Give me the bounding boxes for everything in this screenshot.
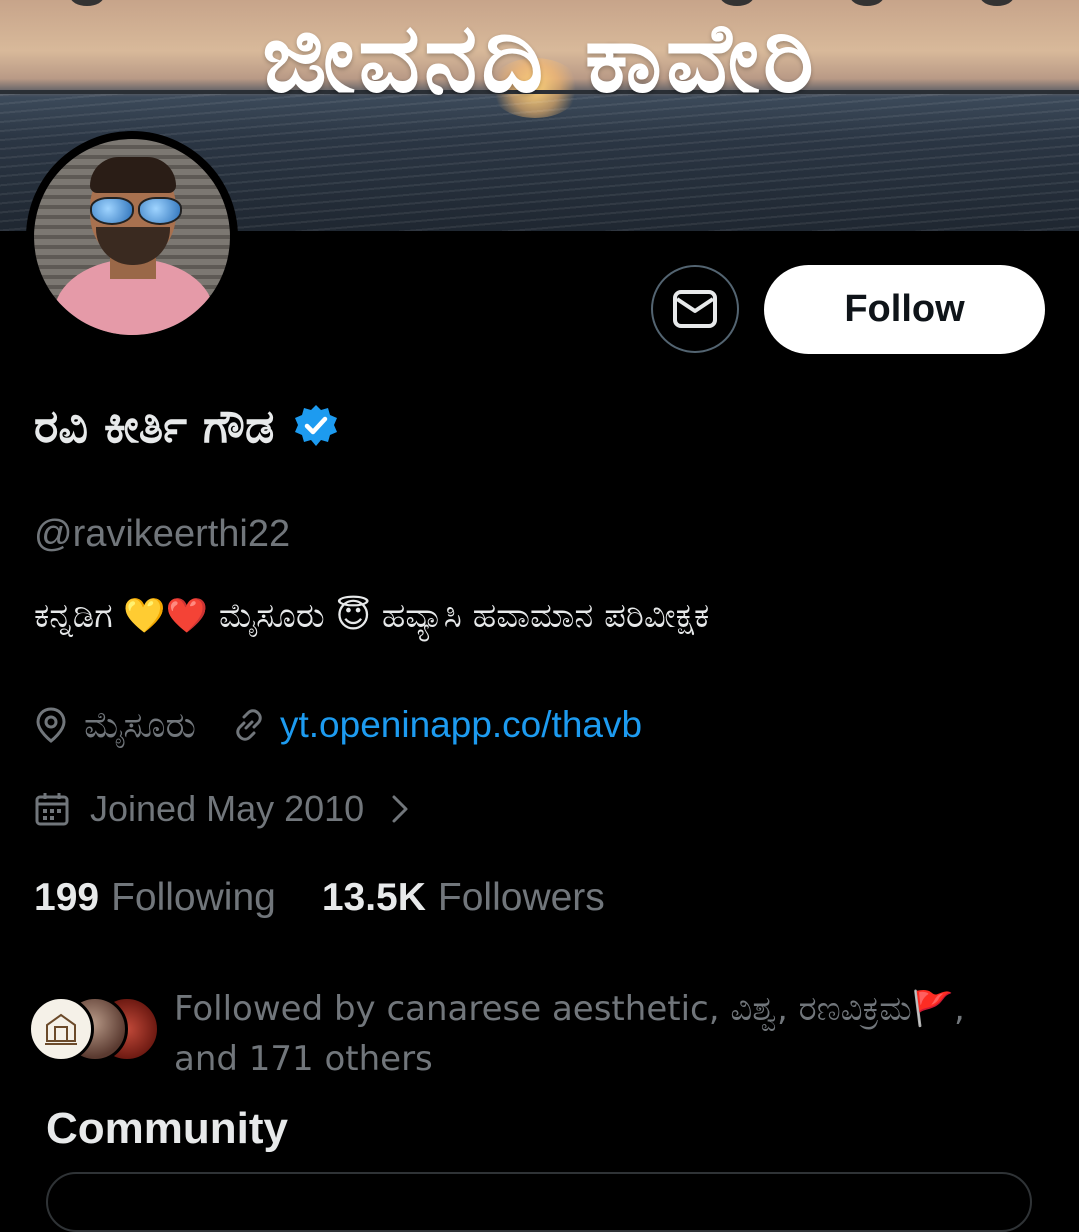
profile-handle: @ravikeerthi22 bbox=[34, 513, 291, 555]
banner-title: ಜೀವನದಿ ಕಾವೇರಿ bbox=[262, 2, 818, 114]
profile-name-row: ರವಿ ಕೀರ್ತಿ ಗೌಡ bbox=[34, 392, 340, 462]
profile-meta-row: ಮೈಸೂರು yt.openinapp.co/thavb bbox=[34, 700, 642, 750]
profile-stats: 199 Following 13.5K Followers bbox=[34, 872, 605, 924]
profile-joined-date: Joined May 2010 bbox=[90, 788, 365, 829]
banner-shape bbox=[850, 0, 884, 6]
chevron-right-icon bbox=[390, 793, 410, 825]
profile-name: ರವಿ ಕೀರ್ತಿ ಗೌಡ bbox=[34, 399, 275, 453]
profile-joined-row[interactable]: Joined May 2010 bbox=[34, 784, 410, 834]
avatar-sunglasses bbox=[86, 197, 182, 225]
avatar-lens-right bbox=[138, 197, 182, 225]
profile-bio: ಕನ್ನಡಿಗ 💛❤️ ಮೈಸೂರು 😇 ಹವ್ಯಾಸಿ ಹವಾಮಾನ ಪರಿವ… bbox=[34, 596, 710, 636]
following-stat[interactable]: 199 Following bbox=[34, 876, 276, 920]
followed-by-line1: Followed by canarese aesthetic, ವಿಶ್ವ, ರ… bbox=[174, 989, 965, 1029]
envelope-icon bbox=[672, 289, 718, 329]
follow-button[interactable]: Follow bbox=[764, 265, 1045, 354]
followers-count: 13.5K bbox=[321, 876, 426, 919]
followers-label: Followers bbox=[437, 876, 605, 919]
followed-by-line2: and 171 others bbox=[174, 1039, 433, 1079]
profile-link[interactable]: yt.openinapp.co/thavb bbox=[280, 704, 642, 746]
avatar-hair bbox=[90, 157, 176, 193]
avatar[interactable] bbox=[26, 131, 238, 343]
location-pin-icon bbox=[34, 706, 68, 744]
avatar-beard bbox=[96, 227, 170, 265]
follower-avatar-canarese bbox=[28, 996, 94, 1062]
message-button[interactable] bbox=[651, 265, 739, 353]
verified-badge-icon[interactable] bbox=[292, 403, 340, 451]
avatar-lens-left bbox=[90, 197, 134, 225]
link-icon bbox=[232, 708, 266, 742]
calendar-icon bbox=[34, 791, 70, 827]
avatar-photo bbox=[34, 139, 230, 335]
community-card[interactable] bbox=[46, 1172, 1032, 1232]
following-count: 199 bbox=[34, 876, 100, 919]
canarese-logo-icon bbox=[45, 1013, 77, 1045]
community-heading: Community bbox=[46, 1104, 288, 1153]
followers-stat[interactable]: 13.5K Followers bbox=[322, 876, 605, 920]
banner-shape bbox=[70, 0, 104, 6]
followed-by-text[interactable]: Followed by canarese aesthetic, ವಿಶ್ವ, ರ… bbox=[174, 984, 1044, 1084]
following-label: Following bbox=[111, 876, 276, 919]
banner-shape bbox=[980, 0, 1014, 6]
profile-location: ಮೈಸೂರು bbox=[84, 703, 196, 745]
